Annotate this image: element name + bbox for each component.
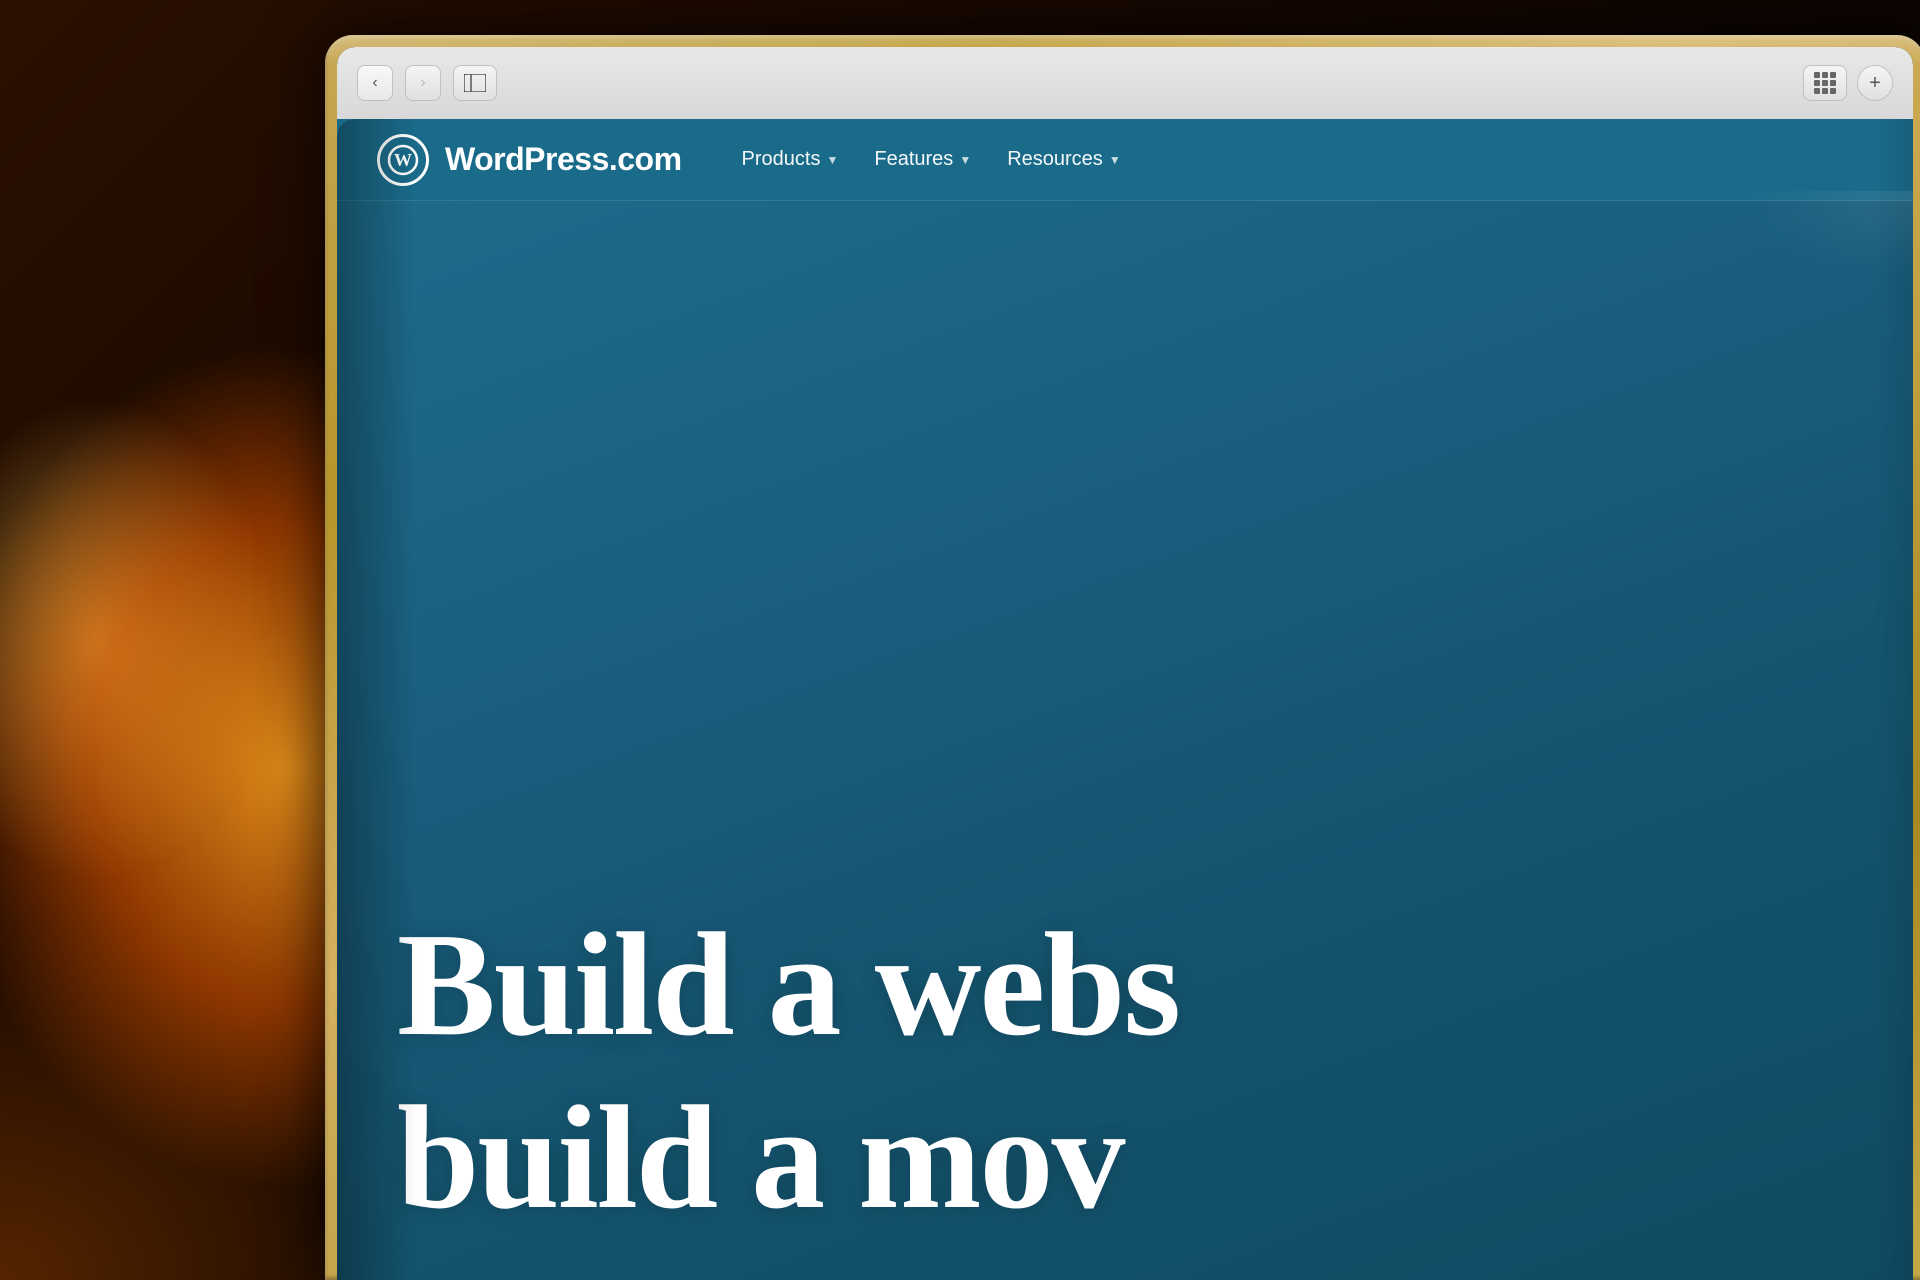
plus-icon: + bbox=[1869, 73, 1881, 93]
wp-hero-section: Build a webs build a mov bbox=[337, 201, 1913, 1280]
nav-item-products[interactable]: Products ▼ bbox=[742, 148, 839, 171]
wp-navbar: W WordPress.com Products ▼ Features ▼ bbox=[337, 119, 1913, 201]
extensions-button[interactable] bbox=[1803, 65, 1847, 101]
nav-item-features[interactable]: Features ▼ bbox=[874, 148, 971, 171]
browser-chrome: ‹ › bbox=[337, 47, 1913, 119]
back-icon: ‹ bbox=[372, 74, 377, 92]
site-name: WordPress.com bbox=[445, 141, 682, 178]
wp-logo-area[interactable]: W WordPress.com bbox=[377, 134, 682, 186]
new-tab-button[interactable]: + bbox=[1857, 65, 1893, 101]
nav-resources-label: Resources bbox=[1007, 148, 1103, 171]
sidebar-toggle-button[interactable] bbox=[453, 65, 497, 101]
products-dropdown-arrow: ▼ bbox=[826, 153, 838, 167]
nav-item-resources[interactable]: Resources ▼ bbox=[1007, 148, 1121, 171]
wordpress-logo-svg: W bbox=[387, 144, 419, 176]
hero-text-line2: build a mov bbox=[397, 1077, 1853, 1240]
nav-features-label: Features bbox=[874, 148, 953, 171]
hero-text-line1: Build a webs bbox=[397, 904, 1853, 1067]
sidebar-icon bbox=[464, 74, 486, 92]
back-button[interactable]: ‹ bbox=[357, 65, 393, 101]
laptop-frame: ‹ › bbox=[325, 35, 1920, 1280]
forward-button[interactable]: › bbox=[405, 65, 441, 101]
website-viewport: W WordPress.com Products ▼ Features ▼ bbox=[337, 119, 1913, 1280]
wp-nav-items: Products ▼ Features ▼ Resources ▼ bbox=[742, 148, 1121, 171]
features-dropdown-arrow: ▼ bbox=[959, 153, 971, 167]
wp-logo-icon: W bbox=[377, 134, 429, 186]
grid-icon bbox=[1814, 72, 1836, 94]
browser-right-controls: + bbox=[1803, 65, 1893, 101]
nav-products-label: Products bbox=[742, 148, 821, 171]
screen-bezel: ‹ › bbox=[337, 47, 1913, 1280]
forward-icon: › bbox=[420, 74, 425, 92]
resources-dropdown-arrow: ▼ bbox=[1109, 153, 1121, 167]
svg-text:W: W bbox=[394, 150, 412, 170]
